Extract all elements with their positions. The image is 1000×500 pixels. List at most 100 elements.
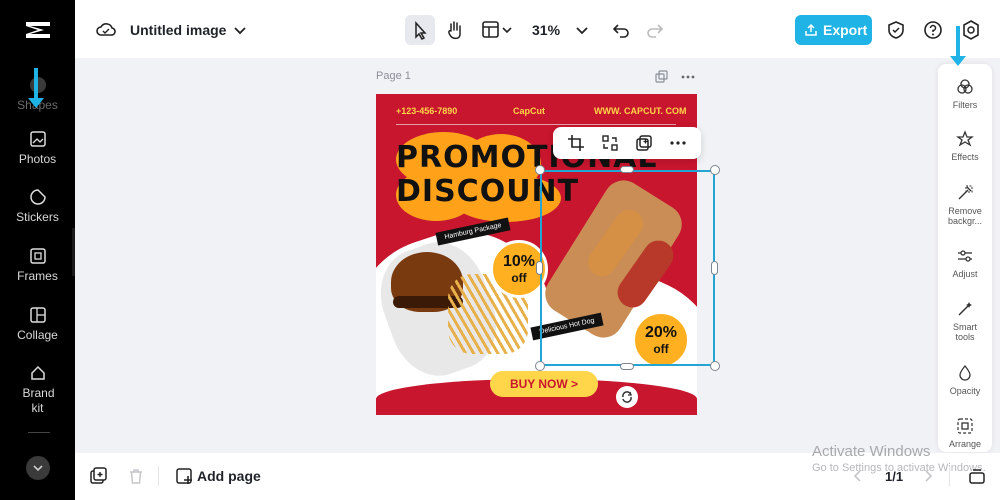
resize-handle-top[interactable] bbox=[620, 166, 634, 173]
tutorial-arrow-left bbox=[34, 68, 38, 98]
resize-handle-left[interactable] bbox=[536, 261, 543, 275]
sidebar-item-label: Photos bbox=[18, 152, 57, 166]
export-button[interactable]: Export bbox=[795, 15, 872, 45]
sidebar-item-stickers[interactable]: Stickers bbox=[0, 188, 75, 224]
tool-label: Effects bbox=[951, 152, 979, 162]
canvas-area[interactable]: Page 1 +123-456-7890 CapCut WWW. CAPCUT.… bbox=[75, 58, 1000, 453]
tutorial-arrow-left-head bbox=[28, 98, 44, 108]
replace-icon[interactable] bbox=[601, 134, 619, 152]
poster-website: WWW. CAPCUT. COM bbox=[594, 106, 687, 116]
photo-icon bbox=[29, 131, 46, 147]
tool-remove-background[interactable]: Remove backgr... bbox=[938, 184, 992, 226]
poster-phone: +123-456-7890 bbox=[396, 106, 458, 116]
adjust-icon bbox=[958, 250, 972, 262]
frame-icon bbox=[29, 248, 46, 264]
duplicate-icon[interactable] bbox=[635, 134, 653, 152]
sidebar-item-label: Stickers bbox=[16, 210, 59, 224]
chevron-right-icon[interactable] bbox=[921, 469, 935, 483]
layout-icon[interactable] bbox=[480, 19, 502, 41]
chevron-down-icon[interactable] bbox=[571, 19, 593, 41]
zoom-level[interactable]: 31% bbox=[532, 22, 560, 38]
export-label: Export bbox=[823, 22, 868, 38]
arrange-icon bbox=[957, 418, 973, 434]
add-page-button[interactable]: Add page bbox=[197, 468, 261, 484]
sticker-icon bbox=[29, 189, 46, 205]
sidebar-divider bbox=[28, 432, 50, 433]
crop-icon[interactable] bbox=[567, 134, 585, 152]
help-icon[interactable] bbox=[922, 19, 944, 41]
tool-label: Opacity bbox=[949, 386, 981, 396]
chevron-down-icon[interactable] bbox=[501, 19, 513, 41]
tool-label: Remove backgr... bbox=[947, 206, 983, 226]
tutorial-arrow-right-head bbox=[950, 56, 966, 66]
tool-opacity[interactable]: Opacity bbox=[938, 364, 992, 396]
pages-panel-icon[interactable] bbox=[968, 467, 986, 485]
remove-background-icon bbox=[958, 185, 973, 200]
upload-icon bbox=[805, 23, 817, 36]
trash-icon[interactable] bbox=[127, 467, 145, 485]
more-options-icon[interactable] bbox=[681, 70, 695, 84]
sidebar-item-frames[interactable]: Frames bbox=[0, 247, 75, 283]
tool-label: Arrange bbox=[948, 439, 982, 449]
sidebar-item-label: Collage bbox=[17, 328, 58, 342]
redo-icon[interactable] bbox=[644, 19, 666, 41]
rotate-button[interactable] bbox=[616, 386, 638, 408]
left-sidebar: Shapes Photos Stickers Frames Collage Br… bbox=[0, 0, 80, 500]
sidebar-item-photos[interactable]: Photos bbox=[0, 130, 75, 166]
rotate-icon bbox=[622, 391, 632, 403]
hand-tool-icon[interactable] bbox=[444, 19, 466, 41]
poster-brand: CapCut bbox=[513, 106, 545, 116]
resize-handle-right[interactable] bbox=[711, 261, 718, 275]
sidebar-item-label: Frames bbox=[17, 269, 58, 283]
tool-arrange[interactable]: Arrange bbox=[938, 417, 992, 449]
element-toolbar bbox=[553, 127, 701, 159]
resize-handle-bottom-left[interactable] bbox=[535, 361, 545, 371]
smart-tools-icon bbox=[958, 302, 972, 316]
right-tools-panel: Filters Effects Remove backgr... Adjust … bbox=[938, 64, 992, 452]
settings-icon[interactable] bbox=[960, 19, 982, 41]
bottom-bar: Add page Activate Windows Go to Settings… bbox=[75, 443, 1000, 500]
capcut-logo-icon[interactable] bbox=[24, 18, 52, 42]
tool-smart-tools[interactable]: Smart tools bbox=[938, 300, 992, 342]
sidebar-item-brand-kit[interactable]: Brand kit bbox=[0, 364, 75, 416]
duplicate-page-icon[interactable] bbox=[655, 70, 669, 84]
resize-handle-bottom-right[interactable] bbox=[710, 361, 720, 371]
cursor-icon bbox=[415, 21, 427, 40]
opacity-icon bbox=[959, 364, 971, 381]
undo-icon[interactable] bbox=[610, 19, 632, 41]
collage-icon bbox=[29, 307, 46, 323]
resize-handle-top-right[interactable] bbox=[710, 165, 720, 175]
tutorial-arrow-right bbox=[956, 26, 960, 56]
tool-filters[interactable]: Filters bbox=[938, 78, 992, 110]
tool-adjust[interactable]: Adjust bbox=[938, 247, 992, 279]
sidebar-expand-more-button[interactable] bbox=[26, 456, 50, 480]
effects-icon bbox=[956, 130, 974, 147]
chevron-down-icon[interactable] bbox=[229, 19, 251, 41]
cloud-sync-icon[interactable] bbox=[95, 19, 117, 41]
add-page-icon bbox=[176, 468, 192, 484]
more-options-icon[interactable] bbox=[669, 134, 687, 152]
document-title[interactable]: Untitled image bbox=[130, 22, 226, 38]
filters-icon bbox=[957, 79, 973, 94]
tool-label: Adjust bbox=[952, 269, 978, 279]
chevron-down-icon bbox=[33, 465, 43, 472]
shield-icon[interactable] bbox=[885, 19, 907, 41]
tool-effects[interactable]: Effects bbox=[938, 130, 992, 162]
sidebar-item-label: Brand kit bbox=[22, 386, 55, 415]
sidebar-item-collage[interactable]: Collage bbox=[0, 306, 75, 342]
select-tool-button[interactable] bbox=[405, 15, 435, 45]
tool-label: Smart tools bbox=[952, 322, 977, 342]
page-label: Page 1 bbox=[376, 70, 411, 82]
windows-activation-title: Activate Windows bbox=[812, 443, 931, 460]
bottom-divider bbox=[158, 466, 159, 486]
resize-handle-top-left[interactable] bbox=[535, 165, 545, 175]
chevron-left-icon[interactable] bbox=[851, 469, 865, 483]
poster-contact-line: +123-456-7890 CapCut WWW. CAPCUT. COM bbox=[376, 94, 697, 124]
bottom-divider bbox=[949, 466, 950, 486]
top-bar: Untitled image 31% Export bbox=[75, 0, 1000, 58]
resize-handle-bottom[interactable] bbox=[620, 363, 634, 370]
poster-rule bbox=[396, 124, 676, 125]
add-element-icon[interactable] bbox=[89, 467, 107, 485]
tool-label: Filters bbox=[952, 100, 978, 110]
selection-box[interactable] bbox=[540, 170, 715, 366]
